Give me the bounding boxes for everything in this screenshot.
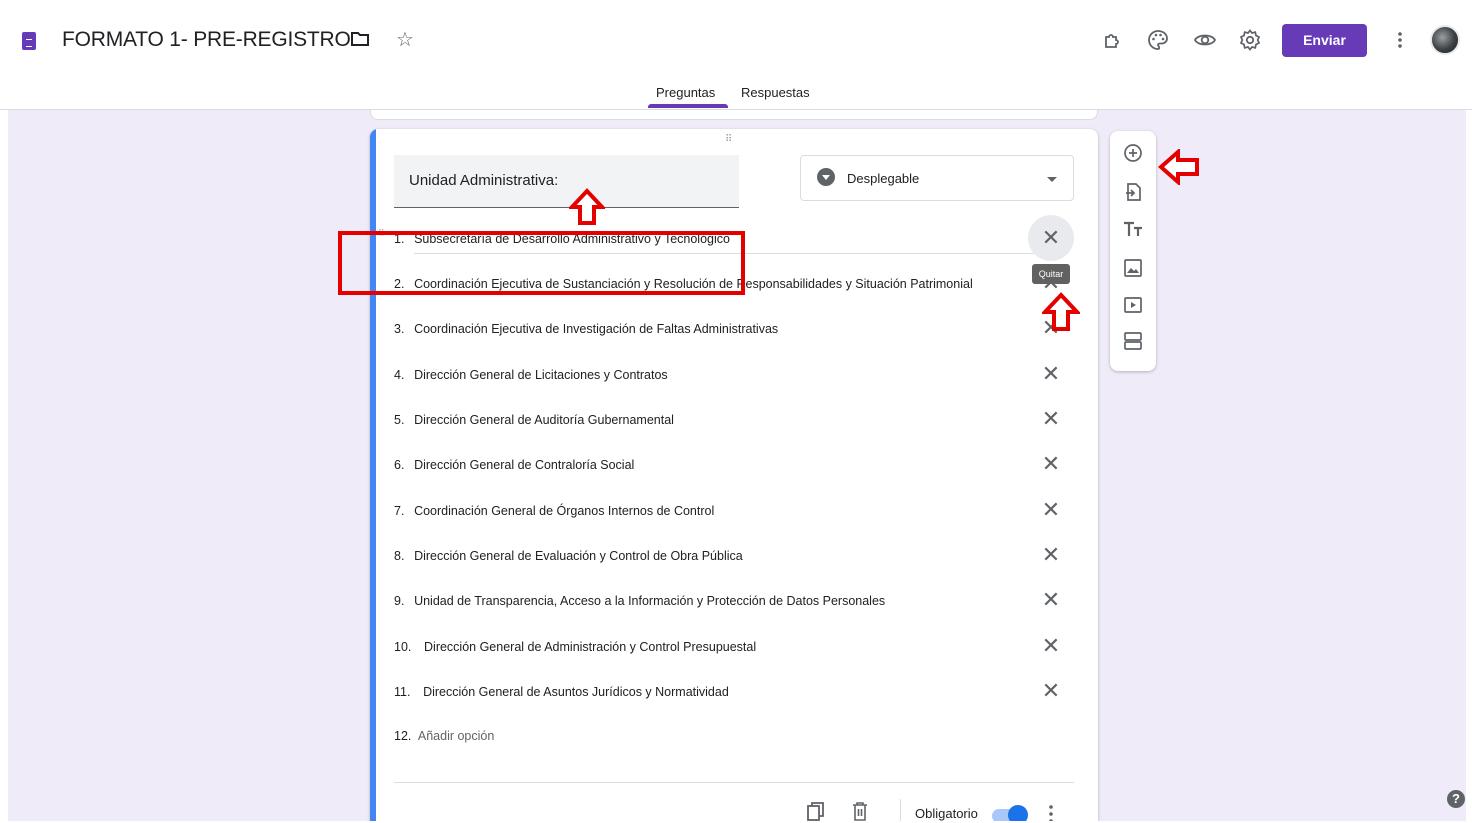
active-tab-indicator (648, 104, 728, 108)
option-row[interactable]: 6. Dirección General de Contraloría Soci… (394, 457, 1074, 481)
tab-respuestas[interactable]: Respuestas (741, 85, 810, 100)
add-option-link[interactable]: Añadir opción (418, 729, 494, 743)
remove-option-icon[interactable]: ✕ (1040, 499, 1062, 521)
option-number: 12. (394, 729, 412, 743)
add-video-icon[interactable] (1122, 294, 1144, 316)
footer-separator (900, 799, 901, 823)
remove-option-icon[interactable]: ✕ (1040, 589, 1062, 611)
forms-doc-icon[interactable] (22, 32, 36, 50)
option-number: 11. (394, 685, 411, 699)
star-icon[interactable]: ☆ (396, 27, 414, 52)
option-row[interactable]: 8. Dirección General de Evaluación y Con… (394, 548, 1074, 572)
previous-question-card (370, 110, 1098, 120)
add-title-icon[interactable] (1122, 218, 1144, 240)
add-option-row[interactable]: 12. Añadir opción (394, 729, 494, 743)
addons-icon[interactable] (1101, 28, 1125, 52)
option-row[interactable]: 4. Dirección General de Licitaciones y C… (394, 367, 1074, 391)
annotation-arrow-up-icon (569, 188, 605, 225)
dropdown-type-icon (817, 168, 835, 186)
folder-icon[interactable] (350, 30, 370, 48)
question-type-label: Desplegable (847, 171, 920, 186)
window-edge-right (1466, 0, 1472, 823)
option-number: 10. (394, 640, 412, 654)
option-number: 6. (394, 458, 405, 472)
add-section-icon[interactable] (1122, 330, 1144, 352)
annotation-highlight-box (338, 231, 745, 295)
more-vert-icon[interactable] (1390, 29, 1410, 51)
add-image-icon[interactable] (1122, 257, 1144, 279)
option-text[interactable]: Dirección General de Evaluación y Contro… (414, 549, 743, 563)
option-number: 5. (394, 413, 405, 427)
send-button[interactable]: Enviar (1282, 24, 1367, 57)
option-text[interactable]: Dirección General de Licitaciones y Cont… (414, 368, 668, 382)
card-footer-divider (394, 782, 1074, 783)
remove-option-icon[interactable]: ✕ (1040, 544, 1062, 566)
window-edge-left (0, 0, 8, 823)
option-row[interactable]: 3. Coordinación Ejecutiva de Investigaci… (394, 321, 1074, 345)
preview-eye-icon[interactable] (1193, 28, 1217, 52)
question-title[interactable]: Unidad Administrativa: (409, 172, 558, 189)
remove-option-icon[interactable]: ✕ (1040, 453, 1062, 475)
option-number: 4. (394, 368, 405, 382)
help-icon[interactable]: ? (1447, 790, 1465, 808)
avatar[interactable] (1430, 25, 1460, 55)
option-text[interactable]: Dirección General de Contraloría Social (414, 458, 634, 472)
remove-tooltip: Quitar (1032, 264, 1070, 284)
remove-option-icon[interactable]: ✕ (1040, 408, 1062, 430)
settings-gear-icon[interactable] (1238, 28, 1262, 52)
option-number: 3. (394, 322, 405, 336)
remove-option-icon[interactable]: ✕ (1040, 363, 1062, 385)
option-row[interactable]: 10. Dirección General de Administración … (394, 639, 1074, 663)
tab-preguntas[interactable]: Preguntas (656, 85, 715, 100)
option-text[interactable]: Dirección General de Administración y Co… (424, 640, 756, 654)
option-text[interactable]: Unidad de Transparencia, Acceso a la Inf… (414, 594, 885, 608)
remove-option-icon[interactable]: ✕ (1040, 680, 1062, 702)
option-row[interactable]: 11. Dirección General de Asuntos Jurídic… (394, 684, 1074, 708)
side-toolbar (1110, 131, 1156, 371)
option-text[interactable]: Coordinación Ejecutiva de Investigación … (414, 322, 778, 336)
remove-option-icon[interactable]: ✕ (1040, 635, 1062, 657)
option-text[interactable]: Dirección General de Auditoría Gubername… (414, 413, 674, 427)
card-drag-handle-icon[interactable]: ⠿ (725, 134, 733, 145)
annotation-arrow-left-icon (1158, 149, 1199, 185)
remove-option-icon[interactable]: ✕ (1040, 227, 1062, 249)
option-number: 7. (394, 504, 405, 518)
option-number: 9. (394, 594, 405, 608)
add-question-icon[interactable] (1122, 142, 1144, 164)
duplicate-icon[interactable] (806, 801, 826, 823)
required-label: Obligatorio (915, 806, 978, 821)
option-row[interactable]: 7. Coordinación General de Órganos Inter… (394, 503, 1074, 527)
chevron-down-icon (1047, 177, 1057, 182)
question-title-field[interactable]: Unidad Administrativa: (394, 155, 739, 208)
import-questions-icon[interactable] (1122, 181, 1144, 203)
option-row[interactable]: 5. Dirección General de Auditoría Gubern… (394, 412, 1074, 436)
form-title[interactable]: FORMATO 1- PRE-REGISTRO (62, 28, 351, 52)
question-type-dropdown[interactable]: Desplegable (800, 155, 1074, 201)
palette-icon[interactable] (1146, 28, 1170, 52)
option-row[interactable]: 9. Unidad de Transparencia, Acceso a la … (394, 593, 1074, 617)
option-text[interactable]: Coordinación General de Órganos Internos… (414, 504, 714, 518)
option-text[interactable]: Dirección General de Asuntos Jurídicos y… (423, 685, 729, 699)
top-bar: FORMATO 1- PRE-REGISTRO ☆ Enviar Pregunt… (0, 0, 1472, 110)
more-vert-icon[interactable] (1048, 803, 1054, 823)
annotation-arrow-up-icon (1042, 292, 1080, 331)
delete-icon[interactable] (850, 801, 870, 823)
option-number: 8. (394, 549, 405, 563)
